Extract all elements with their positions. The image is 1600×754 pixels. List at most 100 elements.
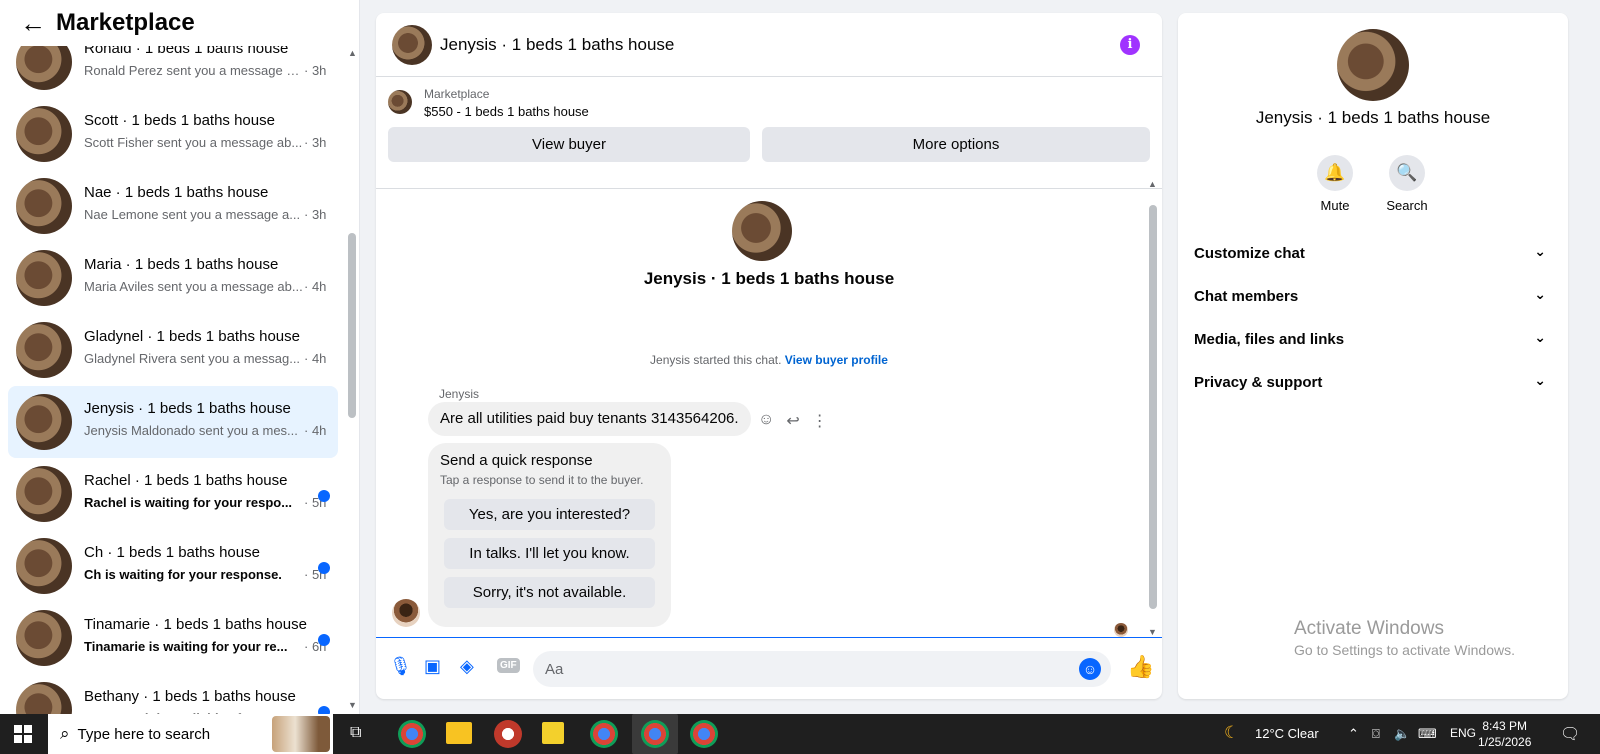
file-explorer-icon[interactable] [446,722,472,744]
notifications-icon[interactable]: 🗨 [1560,724,1580,744]
conversation-title: Gladynel · 1 beds 1 baths house [84,328,300,345]
message-thread: Jenysis · 1 beds 1 baths house Jenysis s… [376,189,1162,637]
chat-scrollbar-thumb[interactable] [1149,205,1157,609]
sticker-icon[interactable]: ◈ [460,656,474,677]
quick-response-title: Send a quick response [440,452,593,469]
microphone-icon[interactable]: 🎙 [389,656,412,677]
emoji-icon[interactable]: ☺ [1079,658,1101,680]
task-view-icon[interactable]: ⧉ [350,724,361,742]
conversation-preview: Maria Aviles sent you a message ab... [84,279,303,294]
taskbar-clock[interactable]: 8:43 PM 1/25/2026 [1478,718,1531,750]
chrome-icon [641,720,669,748]
section-label: Media, files and links [1194,331,1345,348]
chrome-icon[interactable] [398,720,426,748]
conversation-item[interactable]: Gladynel · 1 beds 1 baths house Gladynel … [8,314,338,386]
scroll-down-arrow-icon[interactable]: ▼ [348,700,357,710]
more-options-button[interactable]: More options [762,127,1150,162]
more-dots-icon[interactable]: ⋮ [812,411,828,431]
buyer-avatar[interactable] [732,201,792,261]
search-icon[interactable]: 🔍 [1389,155,1425,191]
search-label[interactable]: Search [1367,198,1447,213]
chrome-profile-icon[interactable] [590,720,618,748]
search-icon: ⌕ [60,724,70,743]
conversation-item[interactable]: Tinamarie · 1 beds 1 baths house Tinamari… [8,602,338,674]
conversation-item[interactable]: Maria · 1 beds 1 baths house Maria Aviles… [8,242,338,314]
chat-members-row[interactable]: Chat members ⌄ [1194,276,1552,319]
media-files-links-row[interactable]: Media, files and links ⌄ [1194,319,1552,362]
quick-response-option[interactable]: Sorry, it's not available. [444,577,655,608]
mute-label[interactable]: Mute [1295,198,1375,213]
conversation-title: Nae · 1 beds 1 baths house [84,184,269,201]
sticky-notes-icon[interactable] [542,722,564,744]
conversation-title: Jenysis · 1 beds 1 baths house [84,400,291,417]
conversation-item[interactable]: Scott · 1 beds 1 baths house Scott Fisher… [8,98,338,170]
windows-start-icon[interactable] [14,725,32,743]
conversation-time: · 4h [304,423,327,438]
back-arrow-icon[interactable]: ← [20,8,56,39]
section-label: Chat members [1194,288,1299,305]
conversation-item[interactable]: Jenysis · 1 beds 1 baths house Jenysis Ma… [8,386,338,458]
view-buyer-button[interactable]: View buyer [388,127,750,162]
message-input[interactable] [533,651,1111,687]
info-icon[interactable]: i [1120,35,1140,55]
conversation-sidebar: ← Marketplace Ronald · 1 beds 1 baths ho… [0,0,360,714]
conversation-item[interactable]: Rachel · 1 beds 1 baths house Rachel is w… [8,458,338,530]
react-emoji-icon[interactable]: ☺ [758,411,774,431]
gif-icon[interactable]: GIF [497,658,520,673]
conversation-avatar [16,682,72,714]
chrome-profile-icon[interactable] [690,720,718,748]
bell-icon[interactable]: 🔔 [1317,155,1353,191]
sidebar-scrollbar[interactable] [348,48,356,708]
weather-text[interactable]: 12°C Clear [1255,726,1319,741]
chat-header: Jenysis · 1 beds 1 baths house i [376,13,1162,77]
moon-weather-icon[interactable]: ☾ [1224,723,1239,743]
chat-started-notice: Jenysis started this chat. View buyer pr… [376,353,1162,367]
conversation-preview: Ch is waiting for your response. [84,567,282,582]
quick-response-option[interactable]: In talks. I'll let you know. [444,538,655,569]
conversation-title: Rachel · 1 beds 1 baths house [84,472,288,489]
thumbs-up-icon[interactable]: 👍 [1127,654,1154,680]
chrome-active-window-icon[interactable] [632,714,678,754]
taskbar-search[interactable]: ⌕ Type here to search [48,714,333,754]
chevron-down-icon: ⌄ [1534,243,1546,259]
search-highlight-image [272,716,330,752]
sidebar-scrollbar-thumb[interactable] [348,233,356,418]
conversation-preview: Nae Lemone sent you a message a... [84,207,301,222]
listing-thumbnail[interactable] [388,90,412,114]
conversation-item[interactable]: Bethany · 1 beds 1 baths houseYou: Yes, … [8,674,338,714]
conversation-item[interactable]: Nae · 1 beds 1 baths house Nae Lemone sen… [8,170,338,242]
chevron-down-icon: ⌄ [1534,329,1546,345]
unread-dot-icon [318,562,330,574]
conversation-time: · 3h [304,135,327,150]
chevron-up-icon[interactable]: ⌃ [1348,726,1359,742]
message-bubble[interactable]: Are all utilities paid buy tenants 31435… [428,402,751,436]
camera-icon[interactable]: ⌼ [1372,726,1380,742]
scroll-up-arrow-icon[interactable]: ▲ [1148,179,1157,189]
conversation-time: · 3h [304,207,327,222]
conversation-avatar [16,250,72,306]
scroll-down-arrow-icon[interactable]: ▼ [1148,627,1157,637]
language-indicator[interactable]: ENG [1450,726,1476,740]
conversation-avatar [16,466,72,522]
info-avatar[interactable] [1337,29,1409,101]
conversation-preview: Tinamarie is waiting for your re... [84,639,288,654]
privacy-support-row[interactable]: Privacy & support ⌄ [1194,362,1552,405]
chat-header-name[interactable]: Jenysis · 1 beds 1 baths house [440,35,674,55]
speaker-icon[interactable]: 🔈 [1394,726,1410,742]
customize-chat-row[interactable]: Customize chat ⌄ [1194,233,1552,276]
chat-header-avatar[interactable] [392,24,432,65]
conversation-avatar [16,106,72,162]
quick-response-option[interactable]: Yes, are you interested? [444,499,655,530]
reply-icon[interactable]: ↩ [786,411,799,431]
conversation-preview: Ronald Perez sent you a message a... [84,63,304,78]
conversation-item[interactable]: Ch · 1 beds 1 baths house Ch is waiting f… [8,530,338,602]
photo-icon[interactable]: ▣ [424,656,441,677]
unread-dot-icon [318,634,330,646]
chat-scrollbar[interactable]: ▲ ▼ [1148,179,1158,641]
conversation-title: Ch · 1 beds 1 baths house [84,544,260,561]
keyboard-icon[interactable]: ⌨ [1418,726,1437,742]
info-name: Jenysis · 1 beds 1 baths house [1255,108,1491,127]
view-buyer-profile-link[interactable]: View buyer profile [785,353,888,367]
paint-icon[interactable] [494,720,522,748]
conversation-preview: Scott Fisher sent you a message ab... [84,135,303,150]
